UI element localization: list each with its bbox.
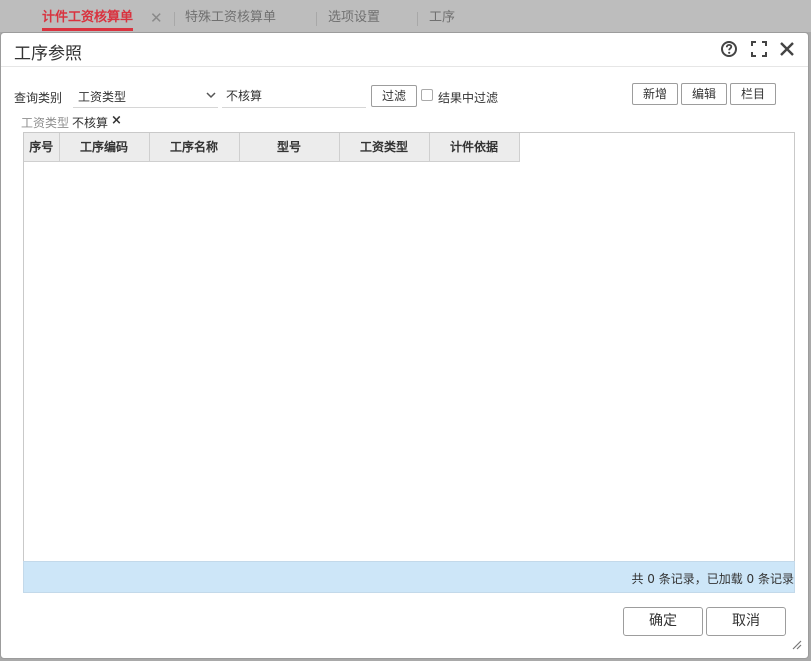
tab-special-wage[interactable]: 特殊工资核算单 <box>185 0 276 32</box>
tab-options[interactable]: 选项设置 <box>328 0 380 32</box>
tab-separator <box>316 12 317 26</box>
query-category-label: 查询类别 <box>14 91 63 105</box>
filter-in-results-label: 结果中过滤 <box>438 91 499 105</box>
active-filter-label: 工资类型 <box>21 116 70 130</box>
tab-process[interactable]: 工序 <box>429 0 455 32</box>
process-table: 序号 工序编码 工序名称 型号 工资类型 计件依据 <box>23 132 795 593</box>
resize-handle-icon[interactable] <box>790 638 802 650</box>
column-header-name[interactable]: 工序名称 <box>148 133 240 162</box>
process-reference-dialog: 工序参照 查询类别 工资类型 过滤 结果中过滤 新增 编辑 栏目 工资类型 不核… <box>0 32 809 659</box>
add-button[interactable]: 新增 <box>632 83 678 105</box>
column-header-code[interactable]: 工序编码 <box>58 133 150 162</box>
dialog-title: 工序参照 <box>14 44 82 64</box>
active-filter-value: 不核算 <box>72 116 109 130</box>
tab-label: 计件工资核算单 <box>42 10 134 25</box>
close-icon[interactable] <box>778 40 796 58</box>
edit-button[interactable]: 编辑 <box>681 83 727 105</box>
column-header-piece-basis[interactable]: 计件依据 <box>428 133 520 162</box>
tab-separator <box>174 12 175 26</box>
query-category-select[interactable]: 工资类型 <box>73 84 218 108</box>
maximize-icon[interactable] <box>750 40 768 58</box>
column-header-index[interactable]: 序号 <box>24 133 60 162</box>
tab-label: 选项设置 <box>328 10 381 25</box>
tab-piecework-wage[interactable]: 计件工资核算单 <box>42 0 134 32</box>
ok-button[interactable]: 确定 <box>623 607 703 636</box>
cancel-button[interactable]: 取消 <box>706 607 786 636</box>
filter-in-results-checkbox[interactable] <box>421 89 433 101</box>
query-category-value: 工资类型 <box>78 90 127 104</box>
keyword-input[interactable] <box>222 84 366 108</box>
background-tab-bar: 计件工资核算单 ✕ 特殊工资核算单 选项设置 工序 <box>0 0 811 32</box>
remove-filter-icon[interactable]: × <box>111 113 122 128</box>
tab-label: 工序 <box>429 10 456 25</box>
columns-button[interactable]: 栏目 <box>730 83 776 105</box>
dialog-header: 工序参照 <box>1 33 808 67</box>
column-header-wage-type[interactable]: 工资类型 <box>338 133 430 162</box>
tab-separator <box>417 12 418 26</box>
filter-button[interactable]: 过滤 <box>371 85 417 107</box>
table-status-bar: 共 0 条记录，已加载 0 条记录 <box>23 561 795 593</box>
help-icon[interactable] <box>720 40 738 58</box>
record-count-text: 共 0 条记录，已加载 0 条记录 <box>631 572 794 586</box>
column-header-model[interactable]: 型号 <box>238 133 340 162</box>
tab-label: 特殊工资核算单 <box>185 10 277 25</box>
chevron-down-icon <box>206 92 216 99</box>
close-icon[interactable]: ✕ <box>150 0 163 36</box>
